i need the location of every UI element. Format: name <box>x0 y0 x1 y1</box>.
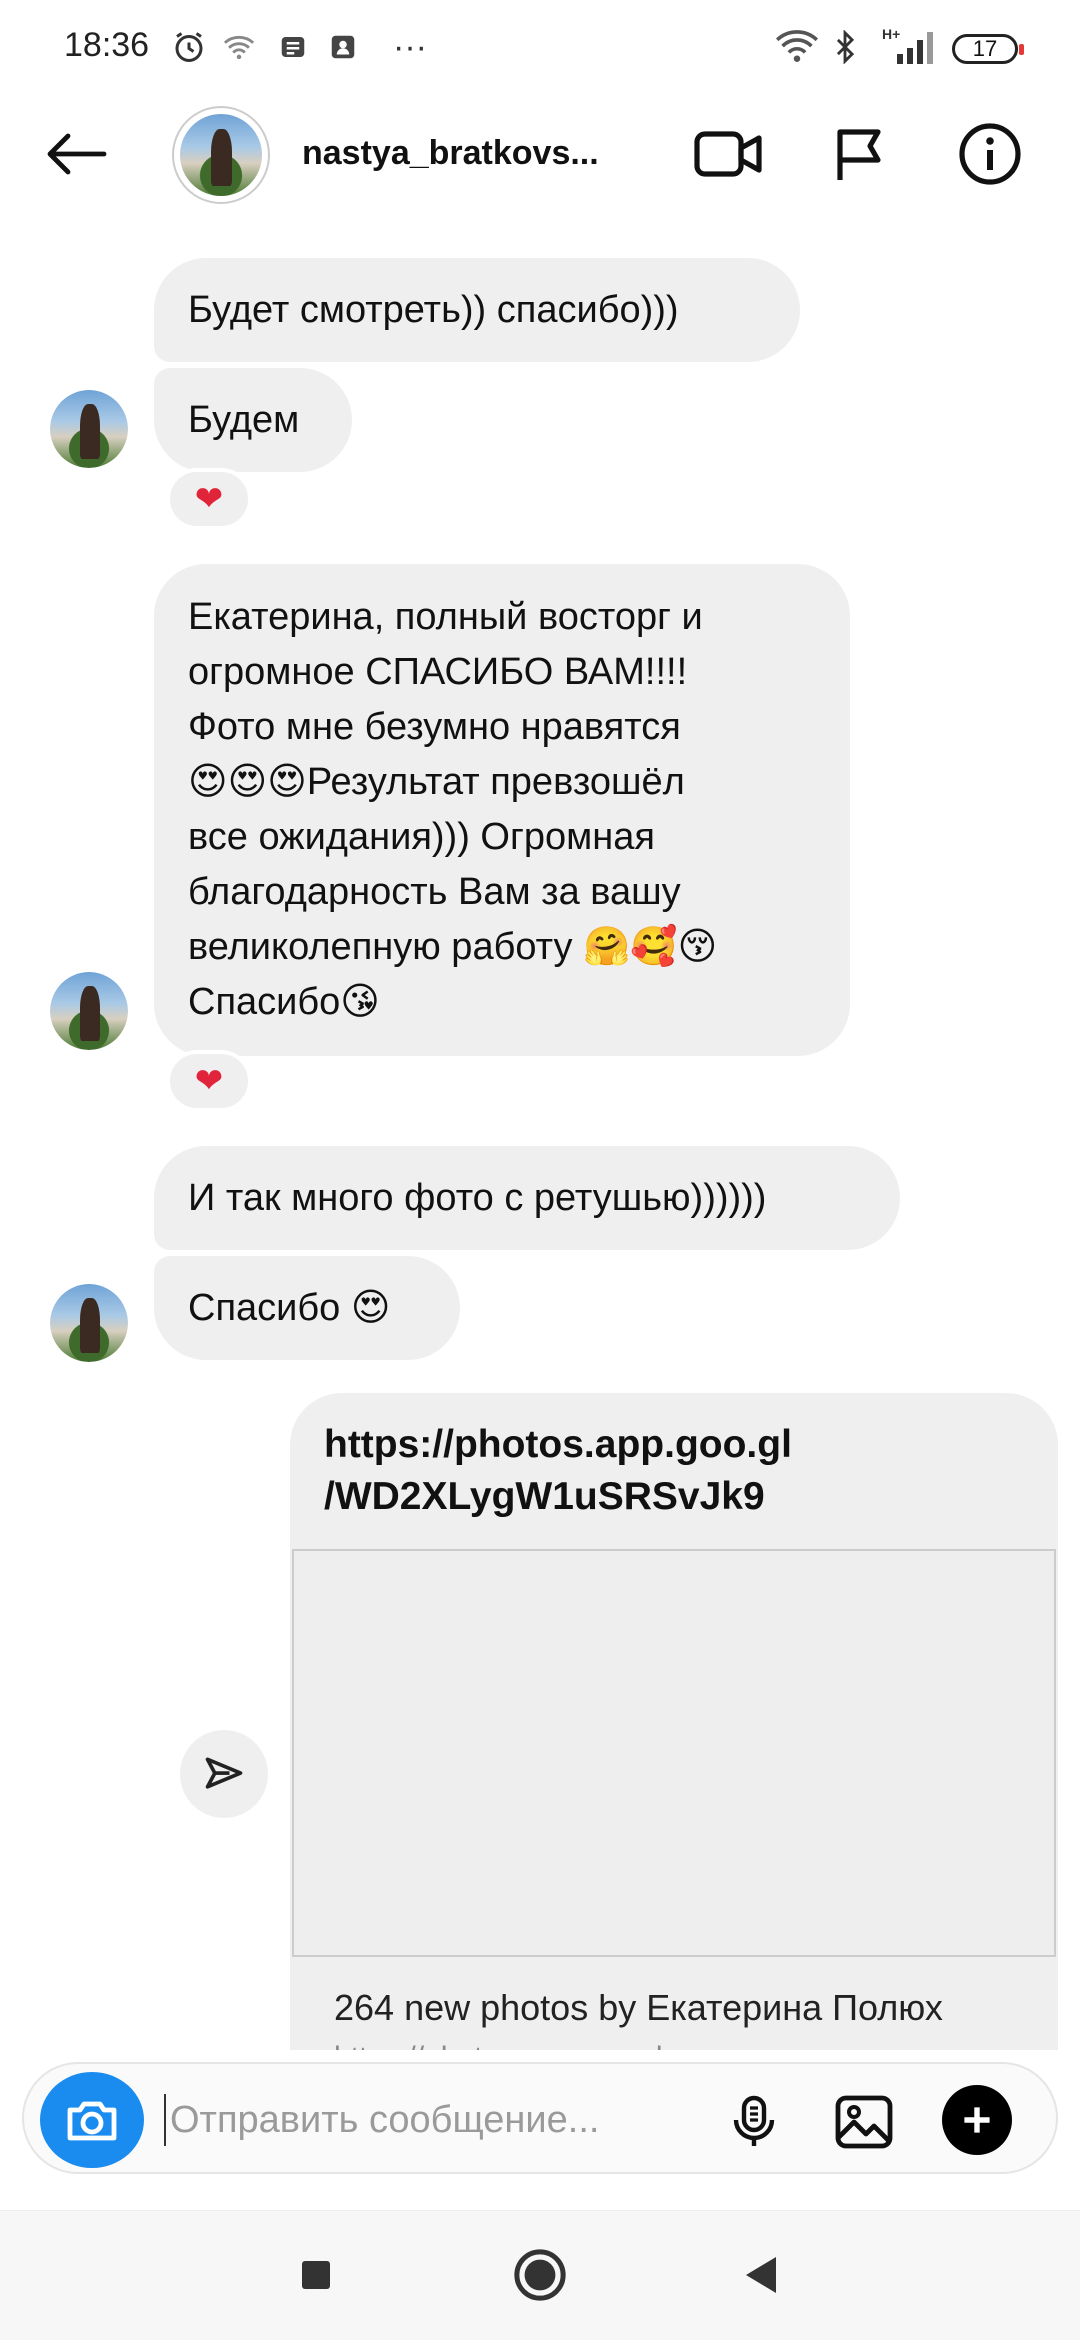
plus-icon <box>964 2107 990 2133</box>
sender-avatar[interactable] <box>50 972 128 1050</box>
message-text: Спасибо 😍 <box>188 1287 391 1329</box>
message-line: Спасибо😘 <box>188 981 380 1023</box>
circle-icon <box>514 2249 566 2301</box>
sender-avatar[interactable] <box>50 1284 128 1362</box>
info-icon <box>959 123 1021 185</box>
wifi-small-icon <box>218 26 260 68</box>
network-type: H+ <box>882 26 901 42</box>
alarm-icon <box>168 26 210 68</box>
link-url-line: https://photos.app.goo.gl <box>324 1423 792 1466</box>
wifi-icon <box>772 26 822 68</box>
back-nav-button[interactable] <box>730 2245 790 2305</box>
back-arrow-icon <box>47 133 107 175</box>
video-camera-icon <box>694 131 762 177</box>
square-icon <box>302 2261 330 2289</box>
message-line: Екатерина, полный восторг и <box>188 596 703 638</box>
message-bubble[interactable]: Будет смотреть)) спасибо))) <box>154 258 800 362</box>
heart-icon: ❤ <box>194 1062 224 1100</box>
signal-icon: H+ <box>872 26 942 68</box>
message-input[interactable] <box>164 2094 684 2146</box>
contact-icon <box>322 26 364 68</box>
send-icon <box>205 1757 243 1789</box>
home-button[interactable] <box>510 2245 570 2305</box>
message-text: И так много фото с ретушью)))))) <box>188 1177 767 1219</box>
recents-button[interactable] <box>286 2245 346 2305</box>
image-icon <box>835 2095 893 2149</box>
video-call-button[interactable] <box>688 114 768 194</box>
chat-username[interactable]: nastya_bratkovs... <box>302 134 599 173</box>
message-bubble[interactable]: Будем <box>154 368 352 472</box>
news-icon <box>272 26 314 68</box>
heart-reaction[interactable]: ❤ <box>166 468 252 530</box>
link-message[interactable]: https://photos.app.goo.gl /WD2XLygW1uSRS… <box>290 1393 1058 2093</box>
link-url[interactable]: https://photos.app.goo.gl /WD2XLygW1uSRS… <box>324 1419 1024 1523</box>
more-notifications-icon: ··· <box>393 27 427 66</box>
message-text: Будем <box>188 399 300 441</box>
link-preview-title: 264 new photos by Екатерина Полюх <box>334 1987 943 2028</box>
message-line: благодарность Вам за вашу <box>188 871 681 913</box>
status-time: 18:36 <box>64 26 150 64</box>
message-bubble[interactable]: Екатерина, полный восторг и огромное СПА… <box>154 564 850 1056</box>
heart-icon: ❤ <box>194 480 224 518</box>
sender-avatar[interactable] <box>50 390 128 468</box>
gallery-button[interactable] <box>834 2092 894 2152</box>
message-text: Будет смотреть)) спасибо))) <box>188 289 679 331</box>
triangle-back-icon <box>746 2257 776 2293</box>
flag-icon <box>837 129 881 180</box>
message-line: все ожидания))) Огромная <box>188 816 655 858</box>
message-composer <box>22 2062 1058 2174</box>
back-button[interactable] <box>36 114 116 194</box>
message-bubble[interactable]: Спасибо 😍 <box>154 1256 460 1360</box>
link-url-line: /WD2XLygW1uSRSvJk9 <box>324 1475 765 1518</box>
report-button[interactable] <box>820 114 900 194</box>
camera-icon <box>67 2101 117 2141</box>
message-line: Фото мне безумно нравятся <box>188 706 681 748</box>
more-actions-button[interactable] <box>942 2085 1012 2155</box>
bluetooth-icon <box>830 26 860 68</box>
share-button[interactable] <box>180 1730 268 1818</box>
microphone-icon <box>733 2095 775 2146</box>
camera-button[interactable] <box>40 2072 144 2168</box>
message-line: великолепную работу 🤗🥰😚 <box>188 926 718 968</box>
chat-header: nastya_bratkovs... <box>0 96 1080 216</box>
link-preview-image[interactable] <box>292 1549 1056 1957</box>
message-line: 😍😍😍Результат превзошёл <box>188 761 685 803</box>
status-bar: 18:36 ··· H+ 17 <box>0 0 1080 96</box>
message-bubble[interactable]: И так много фото с ретушью)))))) <box>154 1146 900 1250</box>
info-button[interactable] <box>950 114 1030 194</box>
system-nav-bar <box>0 2210 1080 2340</box>
voice-message-button[interactable] <box>724 2092 784 2152</box>
heart-reaction[interactable]: ❤ <box>166 1050 252 1112</box>
battery-indicator: 17 <box>952 34 1024 64</box>
message-line: огромное СПАСИБО ВАМ!!!! <box>188 651 688 693</box>
profile-avatar[interactable] <box>172 106 270 204</box>
